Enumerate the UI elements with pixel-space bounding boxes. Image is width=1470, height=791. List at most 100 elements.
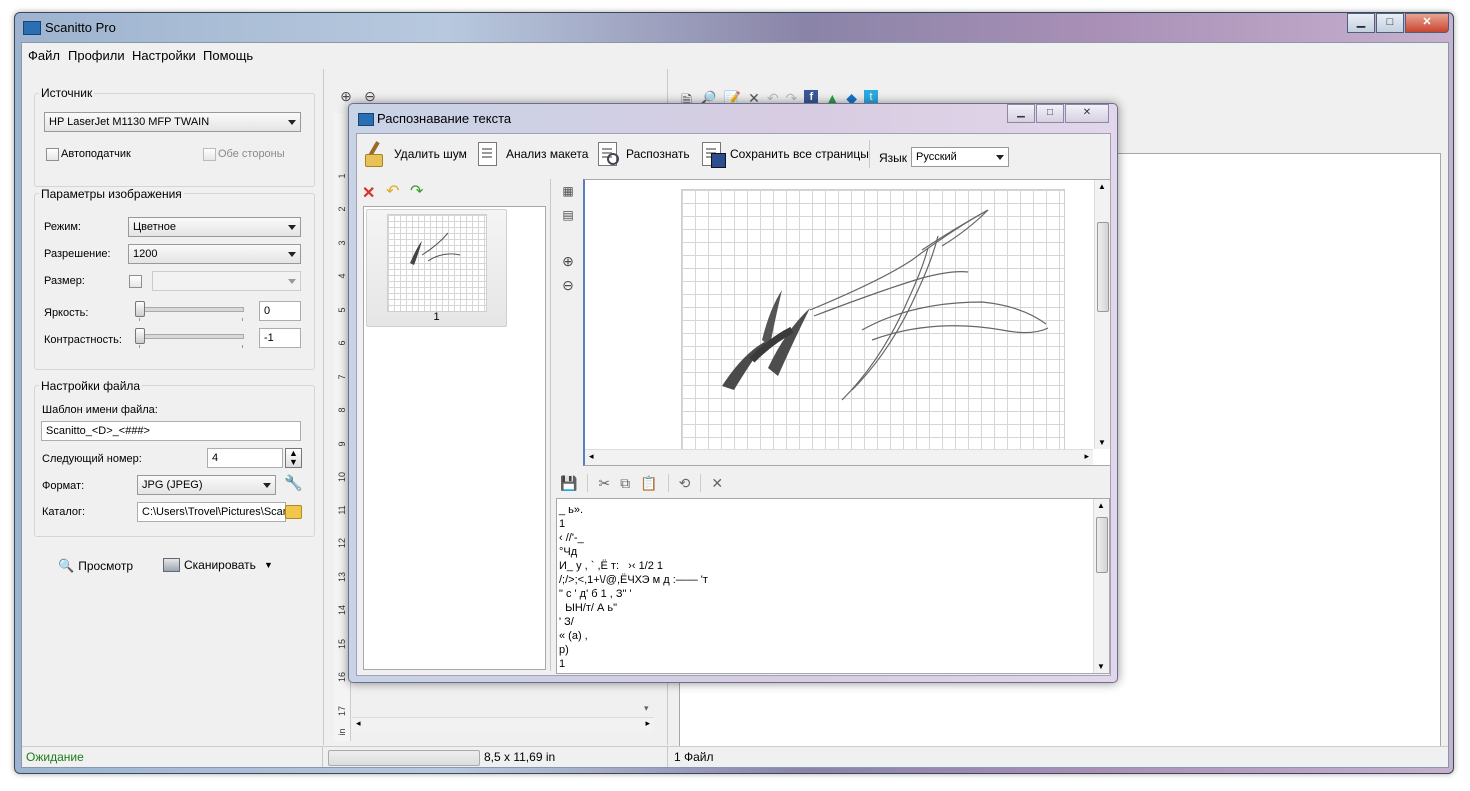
image-vertical-scrollbar[interactable]: ▲ ▼ — [1094, 180, 1110, 449]
filename-template-input[interactable]: Scanitto_<D>_<###> — [41, 421, 301, 441]
image-scrollbar-thumb[interactable] — [1097, 222, 1109, 312]
scroll-down-icon[interactable]: ▾ — [644, 703, 649, 714]
menu-settings[interactable]: Настройки — [132, 48, 196, 63]
brightness-input[interactable]: 0 — [259, 301, 301, 321]
size-select[interactable] — [152, 271, 301, 291]
wrench-icon[interactable]: 🔧 — [284, 474, 303, 492]
scroll-up-icon[interactable]: ▲ — [1097, 501, 1105, 510]
format-select[interactable]: JPG (JPEG) — [137, 475, 276, 495]
source-group — [34, 93, 315, 187]
ruler-unit: in — [337, 728, 347, 736]
facebook-icon[interactable]: f — [804, 90, 819, 104]
image-horizontal-scrollbar[interactable]: ◂ ▸ — [585, 449, 1093, 465]
contrast-input[interactable]: -1 — [259, 328, 301, 348]
save-all-pages-button[interactable]: Сохранить все страницы — [699, 139, 869, 169]
ocr-text-line: /;/>;<,1+\/@,ЁЧХЭ м д :—— 'т — [559, 574, 708, 586]
contrast-slider-track[interactable] — [138, 334, 244, 339]
toolbar-divider — [587, 474, 589, 492]
preview-button[interactable]: 🔍 Просмотр — [58, 558, 133, 574]
recognize-button-label: Распознать — [626, 147, 690, 161]
status-bar: Ожидание 8,5 x 11,69 in 1 Файл — [22, 746, 1448, 767]
twitter-icon[interactable]: t — [863, 90, 878, 104]
minimize-button[interactable]: ▁ — [1347, 13, 1375, 33]
scroll-up-icon[interactable]: ▲ — [1098, 182, 1106, 191]
brightness-slider-track[interactable] — [138, 307, 244, 312]
chevron-down-icon[interactable]: ▼ — [264, 560, 273, 570]
scroll-left-icon[interactable]: ◂ — [589, 451, 594, 462]
ocr-text-line: 1 — [559, 518, 566, 530]
adf-label: Автоподатчик — [61, 148, 131, 160]
chevron-down-icon — [288, 225, 296, 230]
catalog-input[interactable]: C:\Users\Trovel\Pictures\Scan — [137, 502, 286, 522]
resolution-select[interactable]: 1200 — [128, 244, 301, 264]
text-scrollbar-thumb[interactable] — [1096, 517, 1108, 573]
zoom-out-icon[interactable]: ⊖ — [559, 276, 577, 294]
layout-analysis-button-label: Анализ макета — [506, 147, 589, 161]
scroll-right-icon[interactable]: ▸ — [1084, 451, 1089, 462]
text-vertical-scrollbar[interactable]: ▲ ▼ — [1093, 499, 1109, 673]
scroll-down-icon[interactable]: ▼ — [1098, 438, 1106, 447]
undo-icon[interactable]: ↶ — [386, 181, 399, 201]
mode-select[interactable]: Цветное — [128, 217, 301, 237]
folder-icon[interactable] — [285, 505, 302, 519]
ruler-number: 4 — [337, 273, 347, 279]
page-thumbnail[interactable]: 1 — [366, 209, 507, 327]
dialog-splitter[interactable] — [550, 179, 551, 671]
save-all-pages-button-label: Сохранить все страницы — [730, 147, 869, 161]
ocr-text-line: 1 — [559, 658, 566, 670]
document-layout-icon — [475, 141, 501, 167]
preview-horizontal-scrollbar[interactable]: ◂ ▸ — [352, 717, 654, 733]
language-label: Язык — [879, 151, 908, 165]
ocr-maximize-button[interactable]: □ — [1036, 104, 1064, 123]
next-number-input[interactable]: 4 — [207, 448, 283, 468]
contrast-label: Контрастность: — [44, 334, 122, 346]
scanned-page-image[interactable] — [681, 189, 1065, 451]
maximize-button[interactable]: □ — [1376, 13, 1404, 33]
copy-icon[interactable]: ⧉ — [620, 475, 630, 492]
paste-icon[interactable]: 📋 — [640, 475, 657, 492]
scan-button[interactable]: Сканировать ▼ — [163, 558, 273, 572]
window-title: Scanitto Pro — [45, 20, 116, 35]
menu-help[interactable]: Помощь — [203, 48, 253, 63]
ocr-app-icon — [358, 113, 374, 126]
page-add-icon[interactable]: ▦ — [559, 182, 577, 200]
scroll-down-icon[interactable]: ▼ — [1097, 662, 1105, 671]
slider-tick — [242, 345, 243, 348]
size-checkbox[interactable] — [129, 275, 142, 288]
zoom-in-icon[interactable]: ⊕ — [559, 252, 577, 270]
slider-tick — [139, 318, 140, 321]
filename-template-label: Шаблон имени файла: — [42, 404, 158, 416]
toolbar-divider — [667, 474, 669, 492]
contrast-slider-thumb[interactable] — [135, 328, 145, 344]
spinner-icon[interactable]: ▲ ▼ — [285, 448, 302, 468]
cut-icon[interactable]: ✂ — [598, 475, 610, 492]
ocr-minimize-button[interactable]: ▁ — [1007, 104, 1035, 123]
menu-profiles[interactable]: Профили — [68, 48, 125, 63]
save-text-icon[interactable]: 💾 — [560, 475, 577, 492]
scroll-left-icon[interactable]: ◂ — [356, 718, 361, 729]
brightness-label: Яркость: — [44, 307, 89, 319]
splitter-left[interactable] — [323, 69, 324, 745]
device-select-value: HP LaserJet M1130 MFP TWAIN — [49, 116, 210, 128]
denoise-button[interactable]: Удалить шум — [363, 139, 467, 169]
close-button[interactable]: ✕ — [1405, 13, 1449, 33]
duplex-checkbox[interactable] — [203, 148, 216, 161]
redo-icon[interactable]: ↷ — [410, 181, 423, 201]
language-select[interactable]: Русский — [911, 147, 1009, 167]
source-group-label: Источник — [39, 86, 95, 100]
delete-icon[interactable]: ✕ — [362, 183, 375, 203]
brightness-slider-thumb[interactable] — [135, 301, 145, 317]
scroll-right-icon[interactable]: ▸ — [645, 718, 650, 729]
undo-text-icon[interactable]: ⟲ — [679, 475, 691, 492]
slider-tick — [139, 345, 140, 348]
page-layout-icon[interactable]: ▤ — [559, 206, 577, 224]
layout-analysis-button[interactable]: Анализ макета — [475, 139, 588, 169]
ocr-text-area[interactable]: _ ь». 1 ‹ //'-_ °Чд И_ у , ` ,Ё т: ›‹ 1/2 1 /… — [556, 498, 1110, 674]
device-select[interactable]: HP LaserJet M1130 MFP TWAIN — [44, 112, 301, 132]
menu-file[interactable]: Файл — [28, 48, 60, 63]
adf-checkbox[interactable] — [46, 148, 59, 161]
ocr-close-button[interactable]: ✕ — [1065, 104, 1109, 123]
recognize-button[interactable]: Распознать — [595, 139, 690, 169]
title-bar[interactable]: Scanitto Pro ▁ □ ✕ — [15, 13, 1453, 41]
clear-text-icon[interactable]: ✕ — [711, 475, 723, 492]
